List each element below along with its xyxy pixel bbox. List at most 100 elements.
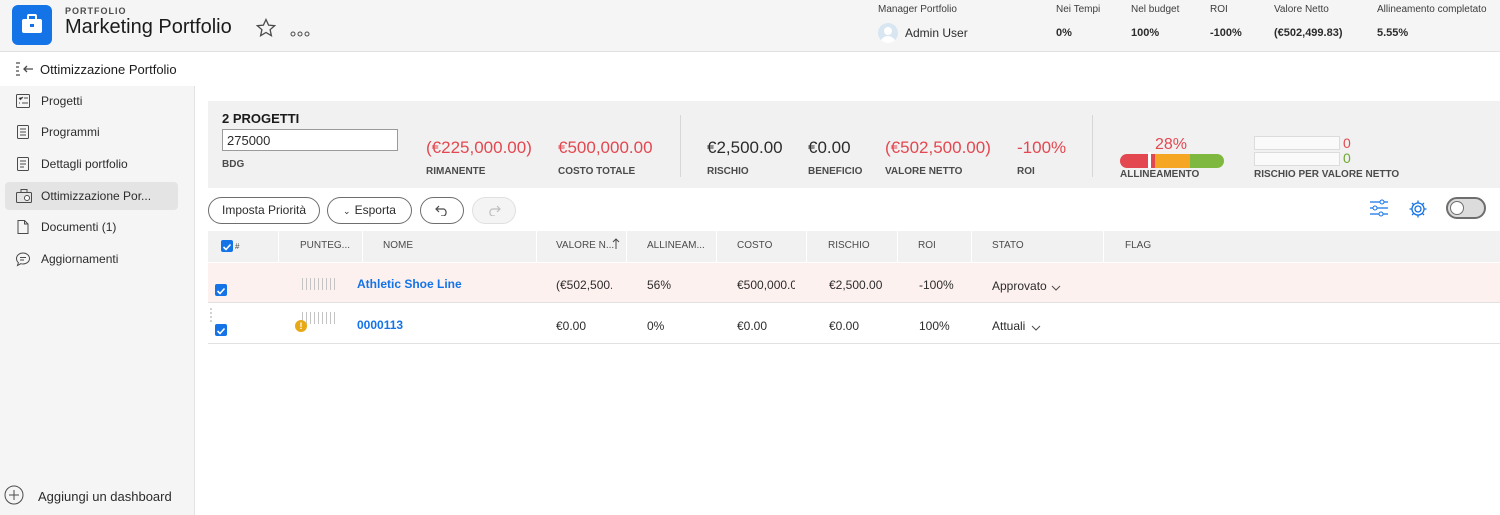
metric-risk-value: €2,500.00 bbox=[707, 138, 783, 157]
column-header-risk[interactable]: RISCHIO bbox=[828, 240, 870, 251]
alignment-percent: 28% bbox=[1155, 136, 1188, 153]
subheader-title: Ottimizzazione Portfolio bbox=[40, 62, 177, 77]
collapse-nav-icon[interactable] bbox=[15, 61, 35, 82]
cell-alignment: 56% bbox=[647, 278, 672, 292]
select-all-checkbox[interactable] bbox=[221, 240, 233, 252]
page-kicker: PORTFOLIO bbox=[65, 6, 127, 16]
programs-icon bbox=[15, 124, 31, 145]
stat-value-roi: -100% bbox=[1210, 27, 1242, 39]
stat-value-on-budget: 100% bbox=[1131, 27, 1160, 39]
manager-label: Manager Portfolio bbox=[878, 4, 957, 15]
star-icon[interactable] bbox=[255, 17, 277, 43]
column-header-roi[interactable]: ROI bbox=[918, 240, 936, 251]
sidebar-item-programs[interactable]: Programmi bbox=[5, 118, 178, 146]
stat-label-on-time: Nei Tempi bbox=[1056, 4, 1101, 15]
metric-risk-label: RISCHIO bbox=[707, 166, 749, 177]
undo-button[interactable] bbox=[420, 197, 464, 224]
sidebar-item-label: Ottimizzazione Por... bbox=[41, 189, 152, 203]
budget-label: BDG bbox=[222, 159, 245, 170]
status-dropdown[interactable]: Approvato bbox=[992, 279, 1047, 293]
add-circle-icon[interactable] bbox=[4, 485, 24, 510]
projects-icon bbox=[15, 93, 31, 114]
chevron-down-icon[interactable] bbox=[1051, 278, 1061, 296]
project-count: 2 PROGETTI bbox=[222, 111, 300, 126]
sidebar-item-label: Progetti bbox=[41, 94, 83, 108]
status-dropdown[interactable]: Attuali bbox=[992, 319, 1025, 333]
alignment-label: ALLINEAMENTO bbox=[1120, 169, 1200, 180]
alignment-gauge bbox=[1120, 154, 1224, 168]
set-priority-button[interactable]: Imposta Priorità bbox=[208, 197, 320, 224]
risk-value-low: 0 bbox=[1343, 150, 1351, 166]
column-header-cost[interactable]: COSTO bbox=[737, 240, 772, 251]
export-button[interactable]: ⌄ Esporta bbox=[327, 197, 412, 224]
row-checkbox[interactable] bbox=[215, 284, 227, 296]
metric-net-value-value: (€502,500.00) bbox=[885, 138, 991, 157]
details-icon bbox=[15, 156, 31, 177]
stat-label-on-budget: Nel budget bbox=[1131, 4, 1180, 15]
sidebar-item-label: Programmi bbox=[41, 125, 100, 139]
column-header-name[interactable]: NOME bbox=[383, 240, 413, 251]
alignment-marker bbox=[1148, 152, 1151, 168]
chevron-down-icon[interactable] bbox=[1031, 318, 1041, 336]
budget-input[interactable] bbox=[222, 129, 398, 151]
risk-value-high: 0 bbox=[1343, 135, 1351, 151]
gear-icon[interactable] bbox=[1408, 199, 1428, 224]
sidebar-item-portfolio-details[interactable]: Dettagli portfolio bbox=[5, 150, 178, 178]
column-header-score[interactable]: PUNTEG... bbox=[300, 240, 350, 251]
sidebar-item-projects[interactable]: Progetti bbox=[5, 87, 178, 115]
column-header-status[interactable]: STATO bbox=[992, 240, 1024, 251]
view-toggle[interactable] bbox=[1446, 197, 1486, 219]
column-header-index: # bbox=[235, 242, 240, 251]
cell-cost: €0.00 bbox=[737, 319, 768, 333]
metric-net-value-label: VALORE NETTO bbox=[885, 166, 963, 177]
stat-label-net-value: Valore Netto bbox=[1274, 4, 1329, 15]
cell-net-value: (€502,500.( bbox=[556, 278, 612, 292]
manager-name[interactable]: Admin User bbox=[905, 26, 968, 40]
row-checkbox[interactable] bbox=[215, 324, 227, 336]
metric-benefit-label: BENEFICIO bbox=[808, 166, 863, 177]
filter-sliders-icon[interactable] bbox=[1369, 199, 1389, 222]
cell-roi: 100% bbox=[919, 319, 950, 333]
metric-remaining-value: (€225,000.00) bbox=[426, 138, 532, 157]
cell-risk: €0.00 bbox=[829, 319, 860, 333]
sidebar-item-label: Dettagli portfolio bbox=[41, 157, 128, 171]
updates-icon bbox=[15, 251, 31, 272]
stat-label-alignment: Allineamento completato bbox=[1377, 4, 1487, 15]
cell-roi: -100% bbox=[919, 278, 954, 292]
risk-net-value-label: RISCHIO PER VALORE NETTO bbox=[1254, 169, 1400, 180]
score-bars bbox=[302, 312, 336, 324]
divider bbox=[1092, 115, 1093, 177]
metric-benefit-value: €0.00 bbox=[808, 138, 851, 157]
project-name-link[interactable]: Athletic Shoe Line bbox=[357, 277, 462, 291]
drag-handle-icon[interactable] bbox=[209, 307, 213, 328]
metric-roi-label: ROI bbox=[1017, 166, 1035, 177]
cell-risk: €2,500.00 bbox=[829, 278, 883, 292]
warning-icon: ! bbox=[295, 320, 307, 332]
avatar bbox=[878, 23, 898, 43]
sidebar-item-documents[interactable]: Documenti (1) bbox=[5, 213, 178, 241]
undo-icon bbox=[435, 205, 447, 217]
document-icon bbox=[15, 219, 31, 240]
chevron-down-icon: ⌄ bbox=[343, 206, 351, 216]
redo-button[interactable] bbox=[472, 197, 516, 224]
project-name-link[interactable]: 0000113 bbox=[357, 318, 403, 332]
column-header-net-value[interactable]: VALORE N... bbox=[556, 240, 614, 251]
metric-roi-value: -100% bbox=[1017, 138, 1067, 157]
page-title: Marketing Portfolio bbox=[65, 16, 232, 38]
more-options-icon[interactable] bbox=[290, 24, 310, 42]
score-bars bbox=[302, 278, 336, 290]
metric-total-cost-label: COSTO TOTALE bbox=[558, 166, 636, 177]
stat-value-alignment: 5.55% bbox=[1377, 27, 1409, 39]
metric-remaining-label: RIMANENTE bbox=[426, 166, 486, 177]
stat-label-roi: ROI bbox=[1210, 4, 1228, 15]
export-label: Esporta bbox=[354, 203, 396, 217]
sort-ascending-icon[interactable] bbox=[612, 237, 620, 255]
add-dashboard-link[interactable]: Aggiungi un dashboard bbox=[38, 489, 172, 504]
sidebar-item-label: Aggiornamenti bbox=[41, 252, 119, 266]
column-header-flag[interactable]: FLAG bbox=[1125, 240, 1151, 251]
sidebar-item-optimizer[interactable]: Ottimizzazione Por... bbox=[5, 182, 178, 210]
metric-total-cost-value: €500,000.00 bbox=[558, 138, 653, 157]
briefcase-icon bbox=[12, 5, 52, 45]
sidebar-item-updates[interactable]: Aggiornamenti bbox=[5, 245, 178, 273]
column-header-alignment[interactable]: ALLINEAM... bbox=[647, 240, 705, 251]
